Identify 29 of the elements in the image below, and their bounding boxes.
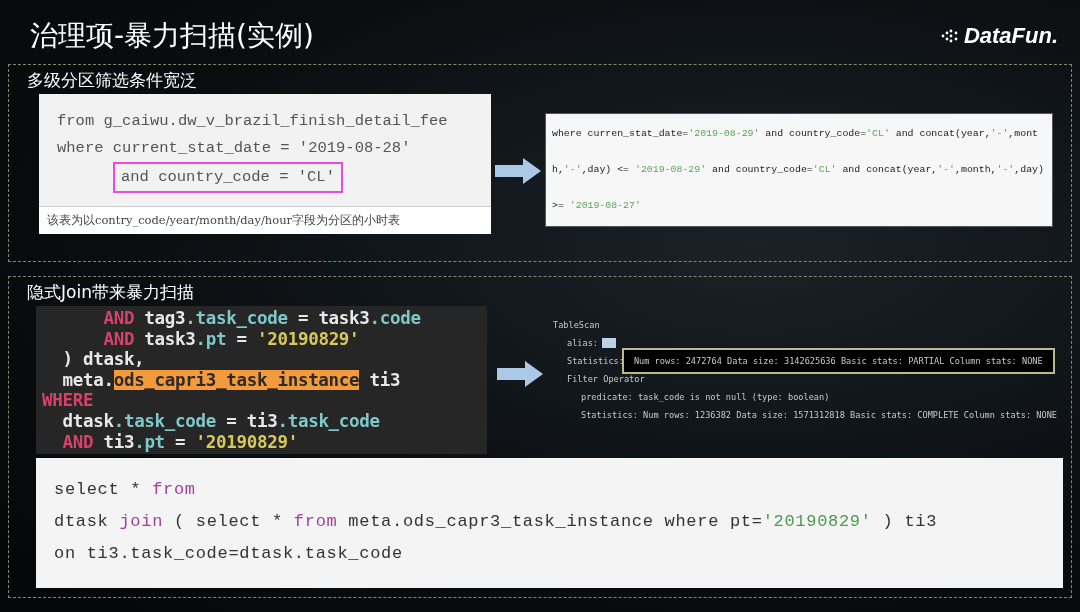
code-line: AND task3.pt = '20190829' [102, 328, 360, 350]
code-line: AND ti3.pt = '20190829' [61, 431, 298, 453]
code-line: ) dtask, [61, 349, 145, 370]
code-line: WHERE [42, 390, 94, 411]
slide-title: 治理项-暴力扫描(实例) [30, 18, 314, 54]
code-line: >= '2019-08-27' [552, 199, 641, 213]
logo-text: DataFun. [963, 23, 1058, 49]
code-line: meta.ods_capri3_task_instance ti3 [61, 369, 401, 391]
code-line: dtask join ( select * from meta.ods_capr3_task_instance where pt='20190829' ) ti3 [54, 511, 938, 533]
code-line: h,'-',day) <= '2019-08-29' and country_code='CL' and concat(year,'-',month,'-',day) [552, 163, 1044, 177]
section-heading: 多级分区筛选条件宽泛 [27, 69, 198, 92]
code-line: where curren_stat_date='2019-08-29' and country_code='CL' and concat(year,'-',mont [552, 127, 1038, 141]
section-heading: 隐式Join带来暴力扫描 [27, 281, 195, 304]
code-line: on ti3.task_code=dtask.task_code [54, 543, 403, 565]
plan-text: predicate: task_code is not null (type: boolean) [581, 392, 830, 402]
code-line: from g_caiwu.dw_v_brazil_finish_detail_fee [57, 111, 448, 132]
plan-text: Filter Operator [567, 374, 645, 384]
code-line: AND tag3.task_code = task3.code [102, 308, 421, 329]
arrow-icon [497, 361, 543, 387]
code-line: select * from [54, 479, 196, 501]
code-caption: 该表为以contry_code/year/month/day/hour字段为分区的小时表 [39, 206, 491, 234]
arrow-icon [495, 158, 541, 184]
plan-text: TableScan [553, 320, 600, 330]
code-line: where current_stat_date = '2019-08-28' [57, 138, 411, 159]
code-line: dtask.task_code = ti3.task_code [61, 410, 380, 432]
plan-text: Statistics: Num rows: 1236382 Data size: 1571312818 Basic stats: COMPLETE Column stats: NONE [581, 410, 1057, 420]
plan-text: alias: [567, 338, 599, 348]
plan-text: Statistics: [567, 356, 624, 366]
plan-text: Num rows: 2472764 Data size: 3142625636 Basic stats: PARTIAL Column stats: NONE [621, 348, 1055, 374]
